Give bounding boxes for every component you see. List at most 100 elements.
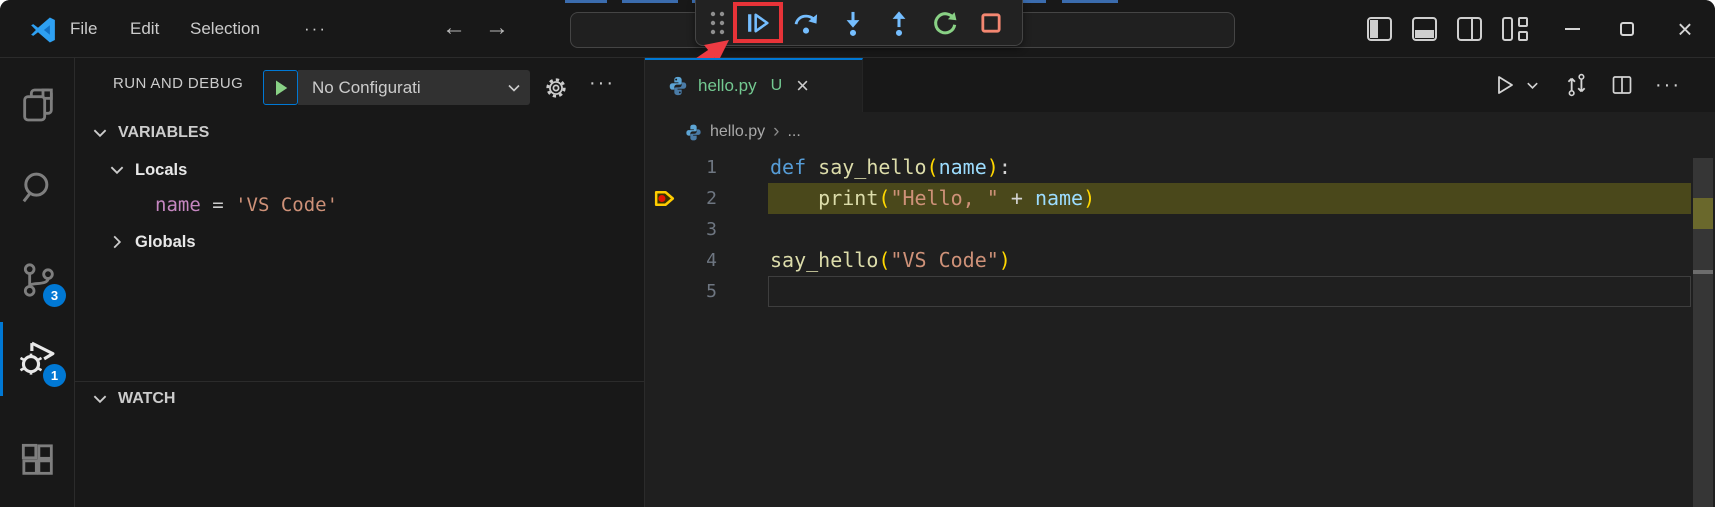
globals-scope-row[interactable]: Globals bbox=[75, 225, 645, 259]
activity-bar: 3 1 bbox=[0, 58, 75, 507]
breadcrumb[interactable]: hello.py › ... bbox=[645, 112, 1715, 152]
locals-label: Locals bbox=[135, 161, 187, 180]
watch-section-header[interactable]: WATCH bbox=[75, 382, 645, 416]
sidebar-more-actions[interactable]: ··· bbox=[589, 58, 615, 110]
line-content: say_hello("VS Code") bbox=[770, 245, 1011, 276]
maximize-button[interactable] bbox=[1604, 0, 1650, 58]
toggle-panel-icon[interactable] bbox=[1412, 17, 1437, 41]
breadcrumb-filename[interactable]: hello.py bbox=[710, 123, 765, 141]
overview-ruler-debug-mark bbox=[1693, 198, 1713, 229]
variables-label: VARIABLES bbox=[118, 124, 209, 142]
line-number: 1 bbox=[645, 152, 717, 183]
toggle-primary-sidebar-icon[interactable] bbox=[1367, 17, 1392, 41]
overview-ruler-cursor-mark bbox=[1693, 270, 1713, 274]
step-out-icon bbox=[885, 9, 913, 37]
debug-configuration-dropdown[interactable]: No Configurati bbox=[298, 70, 530, 105]
debug-step-into-button[interactable] bbox=[835, 5, 871, 41]
nav-back-icon[interactable]: ← bbox=[442, 0, 466, 58]
close-icon: × bbox=[1677, 14, 1692, 45]
start-debugging-button[interactable] bbox=[263, 70, 298, 105]
annotation-highlight-box bbox=[733, 2, 783, 43]
code-line-2[interactable]: 2 print("Hello, " + name) bbox=[645, 183, 1715, 214]
run-dropdown-chevron[interactable] bbox=[1521, 67, 1543, 103]
code-line-3[interactable]: 3 bbox=[645, 214, 1715, 245]
line-number: 5 bbox=[645, 276, 717, 307]
configuration-value: No Configurati bbox=[312, 78, 421, 98]
chevron-down-icon bbox=[506, 80, 522, 96]
breadcrumb-separator: › bbox=[773, 121, 779, 143]
variable-value: 'VS Code' bbox=[235, 194, 338, 216]
tab-filename: hello.py bbox=[698, 76, 757, 96]
tab-hello-py[interactable]: hello.py U × bbox=[645, 58, 863, 112]
line-content: def say_hello(name): bbox=[770, 152, 1011, 183]
open-changes-icon bbox=[1563, 72, 1589, 98]
line-content: print("Hello, " + name) bbox=[770, 183, 1095, 214]
sidebar-title: RUN AND DEBUG bbox=[113, 58, 243, 110]
activitybar-explorer[interactable] bbox=[0, 67, 75, 143]
chevron-right-icon bbox=[108, 233, 126, 251]
globals-label: Globals bbox=[135, 233, 196, 252]
line-number: 3 bbox=[645, 214, 717, 245]
code-line-1[interactable]: 1 def say_hello(name): bbox=[645, 152, 1715, 183]
variable-name: name bbox=[155, 194, 201, 216]
minimize-icon bbox=[1565, 28, 1580, 30]
explorer-icon bbox=[18, 85, 58, 125]
chevron-down-icon bbox=[91, 124, 109, 142]
run-python-file-button[interactable] bbox=[1488, 67, 1522, 103]
step-over-icon bbox=[792, 9, 820, 37]
cursor-line-border bbox=[768, 276, 1691, 307]
tab-close-icon[interactable]: × bbox=[796, 76, 809, 96]
restart-icon bbox=[931, 9, 959, 37]
nav-forward-icon[interactable]: → bbox=[485, 0, 509, 58]
run-and-debug-sidebar: RUN AND DEBUG No Configurati ··· VARIABL… bbox=[75, 58, 645, 507]
vscode-window: File Edit Selection ··· ← → × bbox=[0, 0, 1715, 507]
variables-section-header[interactable]: VARIABLES bbox=[75, 116, 645, 150]
split-editor-icon bbox=[1610, 73, 1634, 97]
minimize-button[interactable] bbox=[1549, 0, 1595, 58]
editor-group: hello.py U × bbox=[645, 58, 1715, 507]
menu-selection[interactable]: Selection bbox=[184, 0, 266, 58]
debug-restart-button[interactable] bbox=[927, 5, 963, 41]
vscode-logo-icon bbox=[28, 15, 58, 45]
menu-file[interactable]: File bbox=[64, 0, 103, 58]
tab-git-status: U bbox=[771, 77, 783, 95]
chevron-down-icon bbox=[91, 390, 109, 408]
extensions-icon bbox=[18, 440, 58, 480]
menu-edit[interactable]: Edit bbox=[124, 0, 165, 58]
chevron-down-icon bbox=[108, 161, 126, 179]
editor-scrollbar[interactable] bbox=[1691, 152, 1715, 507]
customize-layout-icon[interactable] bbox=[1502, 17, 1532, 41]
debug-step-over-button[interactable] bbox=[788, 5, 824, 41]
stop-icon bbox=[977, 9, 1005, 37]
menu-overflow[interactable]: ··· bbox=[298, 0, 333, 58]
variable-row-name[interactable]: name = 'VS Code' bbox=[75, 188, 645, 222]
toggle-secondary-sidebar-icon[interactable] bbox=[1457, 17, 1482, 41]
split-editor-button[interactable] bbox=[1605, 67, 1639, 103]
activitybar-search[interactable] bbox=[0, 150, 75, 226]
debug-step-out-button[interactable] bbox=[881, 5, 917, 41]
debug-badge: 1 bbox=[43, 364, 66, 387]
code-line-4[interactable]: 4say_hello("VS Code") bbox=[645, 245, 1715, 276]
tab-bar: hello.py U × bbox=[645, 58, 1715, 112]
activitybar-extensions[interactable] bbox=[0, 422, 75, 498]
python-file-icon bbox=[667, 75, 689, 97]
editor-more-actions[interactable]: ··· bbox=[1651, 67, 1685, 103]
debug-stop-button[interactable] bbox=[973, 5, 1009, 41]
open-changes-button[interactable] bbox=[1559, 67, 1593, 103]
gear-icon[interactable] bbox=[543, 75, 569, 101]
line-number: 2 bbox=[645, 183, 717, 214]
start-debug-play-icon bbox=[271, 78, 291, 98]
activitybar-run-and-debug[interactable]: 1 bbox=[0, 320, 75, 396]
code-line-5[interactable]: 5 bbox=[645, 276, 1715, 307]
locals-scope-row[interactable]: Locals bbox=[75, 153, 645, 187]
variable-equals: = bbox=[201, 194, 235, 216]
toolbar-drag-handle-icon[interactable] bbox=[707, 9, 729, 37]
close-button[interactable]: × bbox=[1662, 0, 1708, 58]
step-into-icon bbox=[839, 9, 867, 37]
code-lines[interactable]: 1def say_hello(name):2 print("Hello, " +… bbox=[645, 152, 1715, 307]
activitybar-source-control[interactable]: 3 bbox=[0, 242, 75, 318]
breadcrumb-symbol-overflow[interactable]: ... bbox=[787, 123, 800, 141]
maximize-icon bbox=[1620, 22, 1634, 36]
run-icon bbox=[1493, 73, 1517, 97]
python-file-icon bbox=[684, 123, 703, 142]
